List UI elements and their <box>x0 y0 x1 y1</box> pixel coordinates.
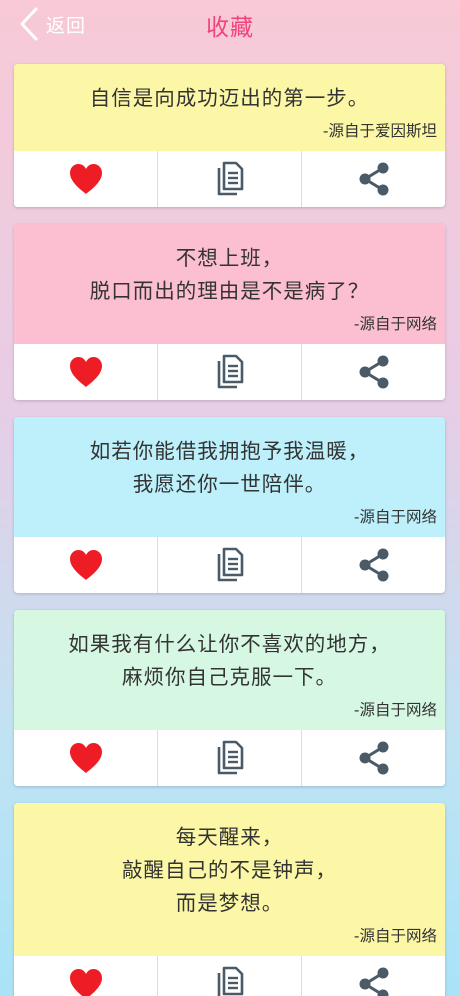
copy-icon <box>217 966 243 996</box>
copy-button[interactable] <box>158 537 302 593</box>
copy-button[interactable] <box>158 344 302 400</box>
quote-card: 如果我有什么让你不喜欢的地方， 麻烦你自己克服一下。 -源自于网络 <box>14 610 445 786</box>
share-button[interactable] <box>302 730 445 786</box>
heart-icon <box>69 164 102 194</box>
quote-area: 不想上班， 脱口而出的理由是不是病了？ -源自于网络 <box>14 224 445 344</box>
quote-text: 如果我有什么让你不喜欢的地方， 麻烦你自己克服一下。 <box>68 632 391 689</box>
favorites-list: 自信是向成功迈出的第一步。 -源自于爱因斯坦 不想上班， 脱口而出的理由是不是病… <box>14 64 445 996</box>
quote-area: 自信是向成功迈出的第一步。 -源自于爱因斯坦 <box>14 64 445 151</box>
heart-icon <box>69 969 102 996</box>
quote-source: -源自于爱因斯坦 <box>322 122 437 140</box>
header: 返回 收藏 <box>0 0 460 46</box>
quote-card: 每天醒来， 敲醒自己的不是钟声， 而是梦想。 -源自于网络 <box>14 803 445 996</box>
card-actions <box>14 344 445 400</box>
share-icon <box>359 162 388 196</box>
copy-icon <box>217 161 243 196</box>
quote-card: 自信是向成功迈出的第一步。 -源自于爱因斯坦 <box>14 64 445 207</box>
quote-area: 如若你能借我拥抱予我温暖， 我愿还你一世陪伴。 -源自于网络 <box>14 417 445 537</box>
favorite-button[interactable] <box>14 956 158 996</box>
share-icon <box>359 355 388 389</box>
share-icon <box>359 548 388 582</box>
copy-icon <box>217 740 243 775</box>
share-icon <box>359 741 388 775</box>
quote-area: 每天醒来， 敲醒自己的不是钟声， 而是梦想。 -源自于网络 <box>14 803 445 956</box>
quote-source: -源自于网络 <box>353 508 437 526</box>
card-actions <box>14 151 445 207</box>
heart-icon <box>69 550 102 580</box>
card-actions <box>14 956 445 996</box>
copy-icon <box>217 354 243 389</box>
share-icon <box>359 967 388 996</box>
share-button[interactable] <box>302 956 445 996</box>
copy-button[interactable] <box>158 956 302 996</box>
copy-icon <box>217 547 243 582</box>
heart-icon <box>69 357 102 387</box>
share-button[interactable] <box>302 344 445 400</box>
quote-source: -源自于网络 <box>353 927 437 945</box>
favorite-button[interactable] <box>14 344 158 400</box>
quote-card: 如若你能借我拥抱予我温暖， 我愿还你一世陪伴。 -源自于网络 <box>14 417 445 593</box>
quote-text: 不想上班， 脱口而出的理由是不是病了？ <box>89 246 370 303</box>
favorite-button[interactable] <box>14 151 158 207</box>
quote-source: -源自于网络 <box>353 701 437 719</box>
share-button[interactable] <box>302 537 445 593</box>
quote-text: 自信是向成功迈出的第一步。 <box>89 86 370 110</box>
favorite-button[interactable] <box>14 730 158 786</box>
page-title: 收藏 <box>206 15 254 41</box>
heart-icon <box>69 743 102 773</box>
quote-text: 如若你能借我拥抱予我温暖， 我愿还你一世陪伴。 <box>89 439 370 496</box>
copy-button[interactable] <box>158 730 302 786</box>
quote-source: -源自于网络 <box>353 315 437 333</box>
quote-card: 不想上班， 脱口而出的理由是不是病了？ -源自于网络 <box>14 224 445 400</box>
quote-text: 每天醒来， 敲醒自己的不是钟声， 而是梦想。 <box>122 825 337 915</box>
share-button[interactable] <box>302 151 445 207</box>
card-actions <box>14 537 445 593</box>
quote-area: 如果我有什么让你不喜欢的地方， 麻烦你自己克服一下。 -源自于网络 <box>14 610 445 730</box>
favorite-button[interactable] <box>14 537 158 593</box>
copy-button[interactable] <box>158 151 302 207</box>
card-actions <box>14 730 445 786</box>
